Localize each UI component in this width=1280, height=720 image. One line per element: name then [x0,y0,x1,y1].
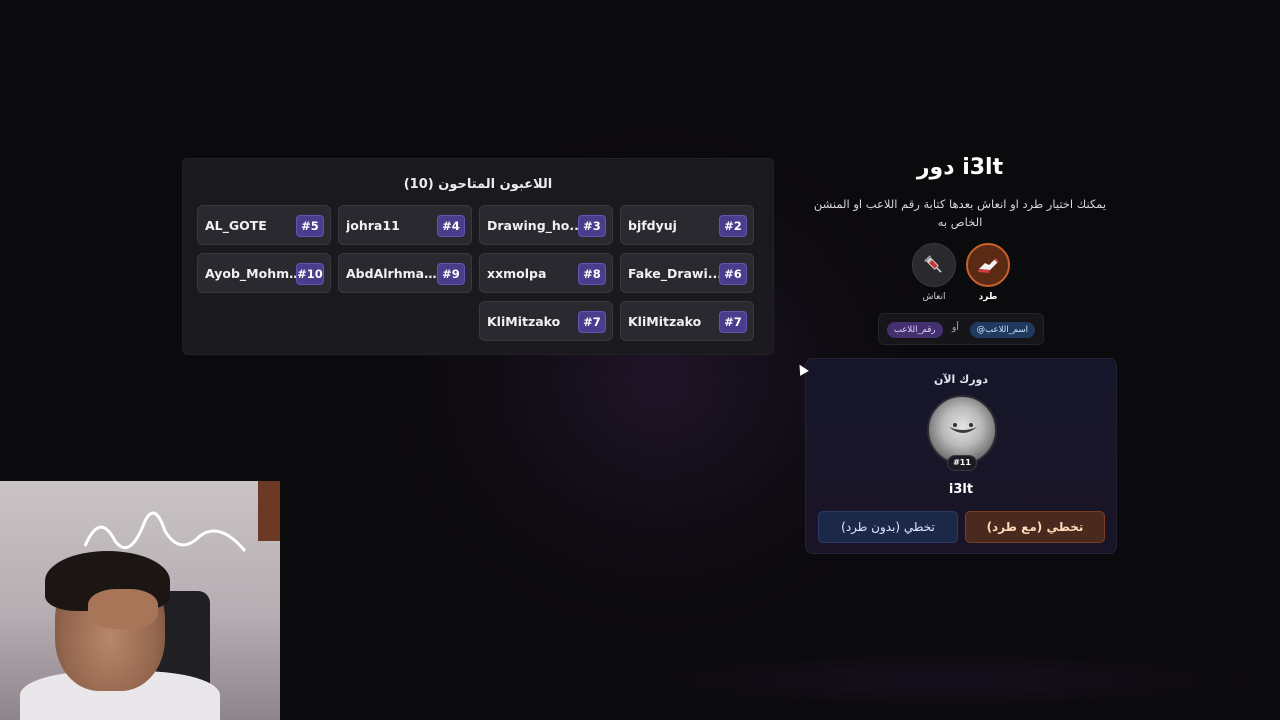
skip-no-kick-button[interactable]: تخطي (بدون طرد) [818,511,958,543]
player-number-badge: #4 [437,215,465,237]
turn-title: دور i3lt [916,155,1004,180]
player-card[interactable]: Drawing_ho... #3 [479,205,613,245]
player-number-badge: #9 [437,263,465,285]
player-name: AbdAlrhman... [346,266,444,281]
player-number-badge: #2 [719,215,747,237]
syringe-icon [912,243,956,287]
player-number-badge: #7 [578,311,606,333]
current-player-name: i3lt [948,482,974,497]
player-number-badge: #11 [947,455,977,471]
mention-hint: @اسم_اللاعب أو رقم_اللاعب [878,313,1044,345]
player-number-badge: #6 [719,263,747,285]
player-number-badge: #5 [296,215,324,237]
player-name: bjfdyuj [628,218,677,233]
background-glow-bottom [620,650,1270,710]
or-label: أو [952,323,959,333]
player-name: xxmolpa [487,266,547,281]
player-card[interactable]: Fake_Drawi... #6 [620,253,754,293]
player-number-badge: #8 [578,263,606,285]
player-name: KliMitzako [487,314,561,329]
player-number-badge: #3 [578,215,606,237]
player-name: Ayob_Mohma... [205,266,303,281]
player-card[interactable]: KliMitzako #7 [479,301,613,341]
shelf [258,481,280,541]
number-pill: رقم_اللاعب [887,322,943,338]
person-hand [88,589,158,629]
kick-icon [966,243,1010,287]
skip-with-kick-button[interactable]: تخطي (مع طرد) [965,511,1105,543]
player-number-badge: #10 [296,263,324,285]
players-panel-title: اللاعبون المتاحون (10) [403,177,553,192]
player-name: KliMitzako [628,314,702,329]
webcam-overlay [0,481,280,720]
kick-label: طرد [978,292,998,302]
player-name: Drawing_ho... [487,218,584,233]
player-card[interactable]: KliMitzako #7 [620,301,754,341]
current-turn-title: دورك الآن [933,373,989,386]
kick-action[interactable]: طرد [966,243,1010,302]
mention-pill: @اسم_اللاعب [969,322,1035,338]
turn-description: يمكنك اختيار طرد او انعاش بعدها كتابة رق… [813,197,1107,229]
player-card[interactable]: xxmolpa #8 [479,253,613,293]
player-card[interactable]: bjfdyuj #2 [620,205,754,245]
revive-label: انعاش [922,292,946,302]
player-number-badge: #7 [719,311,747,333]
player-card[interactable]: johra11 #4 [338,205,472,245]
player-name: Fake_Drawi... [628,266,723,281]
player-card[interactable]: AbdAlrhman... #9 [338,253,472,293]
player-card[interactable]: AL_GOTE #5 [197,205,331,245]
player-name: AL_GOTE [205,218,267,233]
player-card[interactable]: Ayob_Mohma... #10 [197,253,331,293]
available-players-panel: اللاعبون المتاحون (10) AL_GOTE #5 johra1… [182,158,774,355]
player-name: johra11 [346,218,400,233]
current-turn-card: دورك الآن #11 i3lt تخطي (بدون طرد) تخطي … [805,358,1117,554]
revive-action[interactable]: انعاش [912,243,956,302]
